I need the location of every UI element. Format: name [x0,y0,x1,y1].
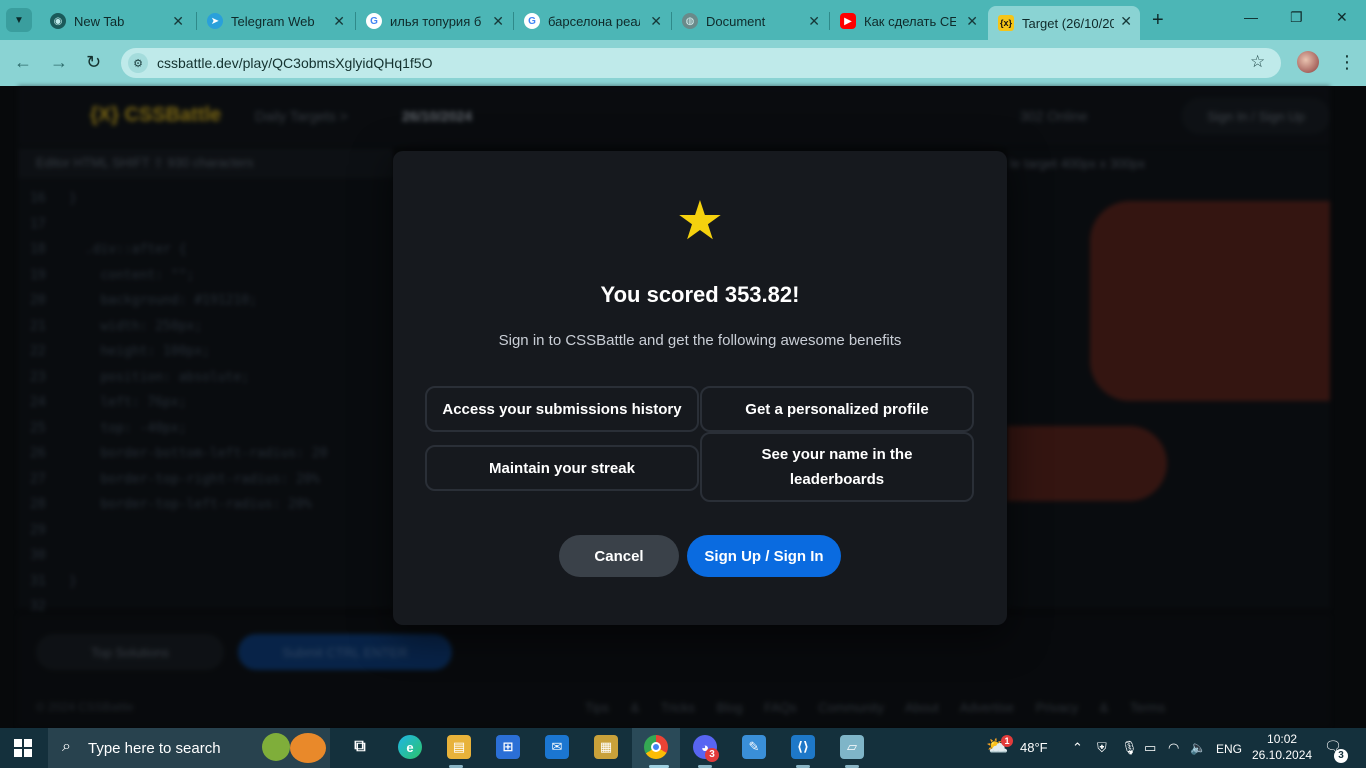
score-modal: ★ You scored 353.82! Sign in to CSSBattl… [393,151,1007,625]
target-label: le target 400px x 300px [1010,156,1146,171]
tab-google-search-1[interactable]: G илья топурия б ✕ [356,6,512,36]
tab-new-tab[interactable]: ◉ New Tab ✕ [40,6,192,36]
benefit-personalized-profile: Get a personalized profile [700,386,974,432]
chrome-taskbar-icon[interactable] [644,735,668,759]
tab-telegram[interactable]: ➤ Telegram Web ✕ [197,6,353,36]
tab-google-search-2[interactable]: G барселона реал ✕ [514,6,670,36]
search-icon: ⌕ [62,738,71,755]
close-icon[interactable]: ✕ [1120,13,1132,30]
submit-button: Submit CTRL ENTER [238,634,452,670]
online-count: 302 Online [1020,108,1088,124]
tab-document[interactable]: ◍ Document ✕ [672,6,828,36]
header-signin-button: Sign In / Sign Up [1182,98,1330,134]
back-icon[interactable]: ← [14,52,32,73]
battery-icon[interactable]: ▭ [1144,740,1156,756]
breadcrumb: Daily Targets > [255,108,348,124]
new-tab-button[interactable]: + [1152,9,1164,32]
notepad-icon[interactable]: ▱ [840,735,864,759]
google-icon: G [366,13,382,29]
site-info-icon[interactable]: ⚙ [128,53,148,73]
footer-links: Tips & Tricks Blog FAQs Community About … [585,700,1166,715]
paint-icon[interactable]: ✎ [742,735,766,759]
youtube-icon: ▶ [840,13,856,29]
close-window-icon[interactable]: ✕ [1336,9,1348,26]
security-icon[interactable]: ⛨ [1097,740,1107,756]
mail-icon[interactable]: ✉ [545,735,569,759]
close-icon[interactable]: ✕ [966,13,978,30]
cancel-button[interactable]: Cancel [559,535,679,577]
tab-title: Telegram Web [231,13,315,29]
globe-icon: ◍ [682,13,698,29]
modal-subtitle: Sign in to CSSBattle and get the followi… [498,332,902,349]
benefit-leaderboards: See your name in the leaderboards [700,432,974,502]
discord-badge: 3 [705,748,719,762]
weather-temperature[interactable]: 48°F [1020,740,1048,755]
target-shape-bottom [1007,426,1167,501]
edge-icon[interactable]: e [398,735,422,759]
target-date: 26/10/2024 [402,108,473,124]
file-explorer-icon[interactable]: ▤ [447,735,471,759]
close-icon[interactable]: ✕ [492,13,504,30]
vscode-icon[interactable]: ⟨⟩ [791,735,815,759]
tab-title: илья топурия б [390,13,482,29]
telegram-icon: ➤ [207,13,223,29]
bookmark-star-icon[interactable]: ☆ [1250,52,1265,72]
chrome-icon: ◉ [50,13,66,29]
language-indicator[interactable]: ENG [1216,742,1242,756]
wifi-icon[interactable]: ◠ [1168,740,1179,756]
photos-icon[interactable]: ▦ [594,735,618,759]
menu-kebab-icon[interactable]: ⋮ [1338,52,1356,73]
copyright: © 2024 CSSBattle [36,700,134,714]
tab-title: Target (26/10/20 [1022,15,1114,31]
windows-start-icon[interactable] [14,739,32,757]
close-icon[interactable]: ✕ [333,13,345,30]
benefit-submissions-history: Access your submissions history [425,386,699,432]
profile-avatar[interactable] [1297,51,1319,73]
close-icon[interactable]: ✕ [808,13,820,30]
tab-title: Document [706,13,766,29]
google-icon: G [524,13,540,29]
tab-cssbattle-target[interactable]: {x} Target (26/10/20 ✕ [988,6,1140,40]
restore-icon[interactable]: ❐ [1290,9,1303,26]
editor-bar: Editor HTML SHIFT ⇧ 930 characters [18,148,393,178]
forward-icon[interactable]: → [50,52,68,73]
clock[interactable]: 10:02 26.10.2024 [1252,731,1312,763]
clock-time: 10:02 [1267,732,1298,746]
minimize-icon[interactable]: — [1244,9,1258,25]
tab-title: барселона реал [548,13,640,29]
clock-date: 26.10.2024 [1252,748,1313,762]
notification-badge: 3 [1334,749,1348,763]
tab-youtube[interactable]: ▶ Как сделать CEF ✕ [830,6,986,36]
reload-icon[interactable]: ↻ [86,52,101,73]
top-solutions-button: Top Solutions [36,634,224,670]
close-icon[interactable]: ✕ [172,13,184,30]
microphone-icon[interactable]: 🎙 [1121,740,1138,756]
search-highlight-pumpkin-icon [290,733,326,763]
tab-title: Как сделать CEF [864,13,956,29]
star-icon: ★ [675,191,725,251]
close-icon[interactable]: ✕ [650,13,662,30]
microsoft-store-icon[interactable]: ⊞ [496,735,520,759]
benefit-maintain-streak: Maintain your streak [425,445,699,491]
modal-title: You scored 353.82! [600,282,800,307]
cssbattle-logo: {X} CSSBattle [90,104,222,126]
taskbar-search-placeholder[interactable]: Type here to search [88,740,221,757]
volume-icon[interactable]: 🔈 [1190,740,1206,756]
task-view-icon[interactable]: ⧉ [348,735,372,759]
target-shape-top [1090,201,1330,401]
code-content: 16 } 17 18 .div::after { 19 content: "";… [30,191,328,614]
tab-search-button[interactable]: ▼ [6,8,32,32]
url-text[interactable]: cssbattle.dev/play/QC3obmsXglyidQHq1f5O [157,55,432,71]
tab-title: New Tab [74,13,125,29]
signup-signin-button[interactable]: Sign Up / Sign In [687,535,841,577]
chevron-up-icon[interactable]: ⌃ [1072,740,1083,756]
search-highlight-icon [262,733,290,761]
weather-badge: 1 [1001,735,1013,747]
cssbattle-icon: {x} [998,15,1014,31]
